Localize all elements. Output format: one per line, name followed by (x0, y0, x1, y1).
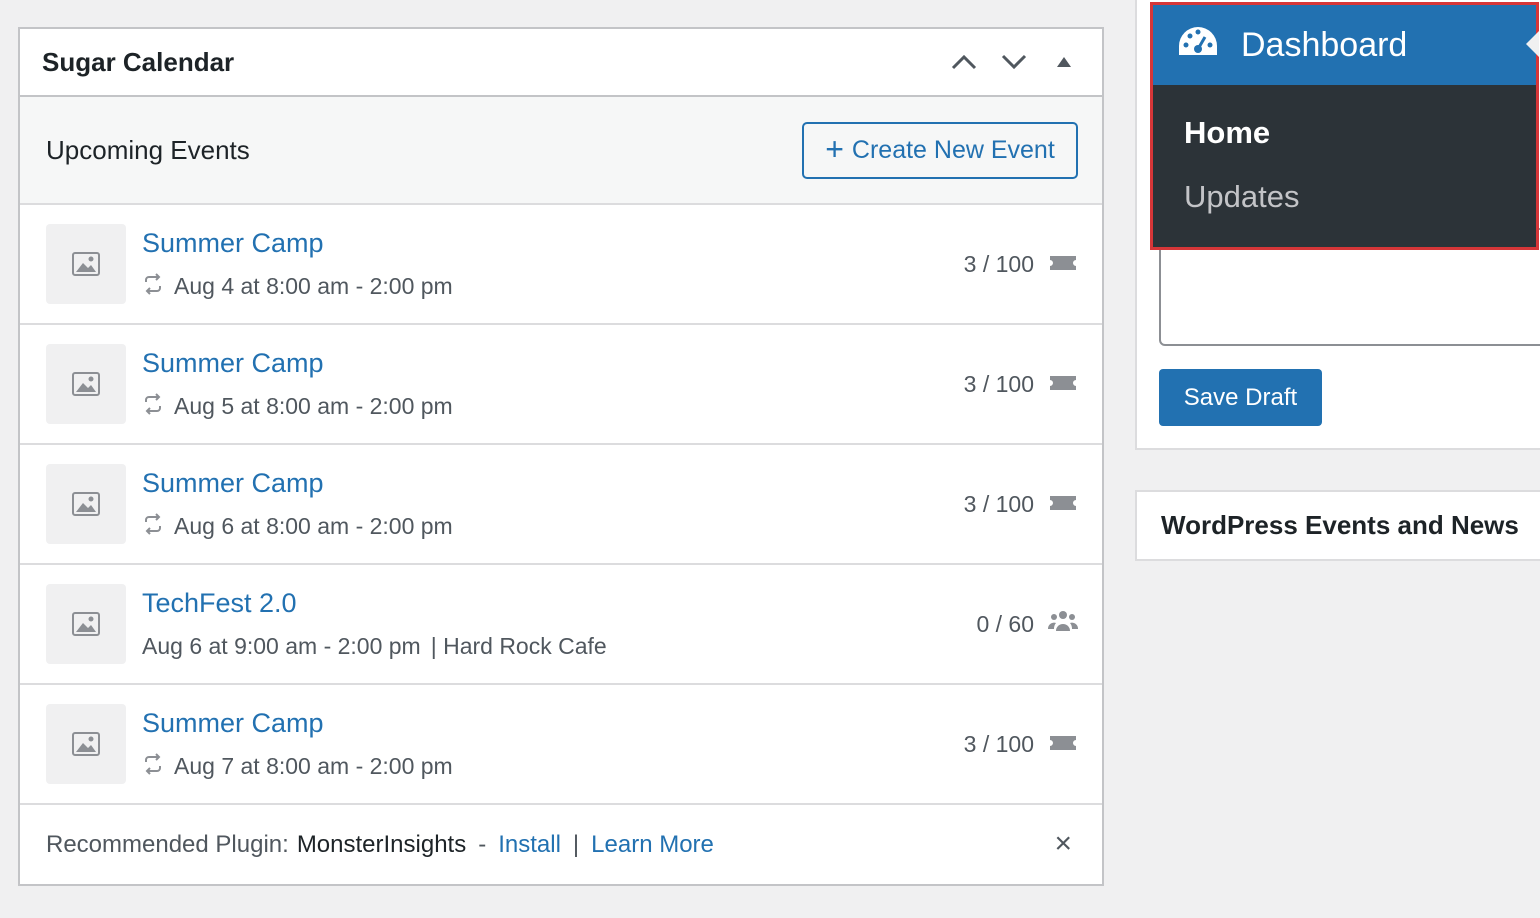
event-row: Summer Camp Aug 6 at 8:00 am - 2:00 pm 3 /… (20, 445, 1102, 565)
install-link[interactable]: Install (498, 831, 561, 859)
widget-controls (948, 46, 1080, 78)
footer-pipe: | (572, 831, 580, 858)
footer-dash: - (478, 831, 487, 858)
event-capacity-count: 3 / 100 (963, 490, 1034, 517)
create-new-event-label: Create New Event (851, 135, 1055, 164)
event-image-placeholder-icon (46, 704, 126, 784)
submenu-updates[interactable]: Updates (1153, 179, 1536, 215)
learn-more-link[interactable]: Learn More (591, 831, 714, 859)
widget-title: Sugar Calendar (42, 46, 235, 77)
recommended-plugin-name: MonsterInsights (296, 831, 467, 858)
menu-dashboard[interactable]: Dashboard (1153, 5, 1539, 85)
recurring-icon (142, 752, 164, 781)
event-meta: Aug 7 at 8:00 am - 2:00 pm (142, 752, 964, 781)
event-capacity-count: 3 / 100 (963, 370, 1034, 397)
event-title-link[interactable]: Summer Camp (142, 348, 964, 379)
event-capacity: 0 / 60 (976, 609, 1079, 639)
recurring-icon (142, 392, 164, 421)
event-capacity-count: 3 / 100 (963, 250, 1034, 277)
event-image-placeholder-icon (46, 584, 126, 664)
move-up-icon[interactable] (948, 46, 980, 78)
event-capacity-count: 0 / 60 (976, 610, 1034, 637)
ticket-icon (1048, 251, 1078, 278)
upcoming-events-title: Upcoming Events (46, 134, 250, 165)
ticket-icon (1048, 371, 1078, 398)
event-meta: Aug 4 at 8:00 am - 2:00 pm (142, 272, 964, 301)
collapse-toggle-icon[interactable] (1048, 46, 1080, 78)
recommended-plugin-bar: Recommended Plugin: MonsterInsights - In… (20, 805, 1102, 885)
news-panel-title: WordPress Events and News (1161, 510, 1519, 540)
event-datetime: Aug 6 at 9:00 am - 2:00 pm (142, 633, 421, 659)
event-image-placeholder-icon (46, 344, 126, 424)
event-body: Summer Camp Aug 4 at 8:00 am - 2:00 pm (142, 228, 964, 301)
event-row: Summer Camp Aug 7 at 8:00 am - 2:00 pm 3 /… (20, 685, 1102, 805)
event-meta: Aug 6 at 9:00 am - 2:00 pm | Hard Rock Ca… (142, 633, 976, 660)
event-title-link[interactable]: Summer Camp (142, 228, 964, 259)
upcoming-events-header: Upcoming Events + Create New Event (20, 97, 1102, 205)
menu-dashboard-label: Dashboard (1241, 25, 1408, 64)
event-meta: Aug 5 at 8:00 am - 2:00 pm (142, 392, 964, 421)
event-image-placeholder-icon (46, 464, 126, 544)
event-title-link[interactable]: Summer Camp (142, 468, 964, 499)
event-list: Summer Camp Aug 4 at 8:00 am - 2:00 pm 3 /… (20, 205, 1102, 805)
event-body: Summer Camp Aug 7 at 8:00 am - 2:00 pm (142, 708, 964, 781)
event-image-placeholder-icon (46, 224, 126, 304)
event-location: | Hard Rock Cafe (430, 633, 607, 659)
event-datetime: Aug 7 at 8:00 am - 2:00 pm (174, 753, 453, 779)
event-datetime: Aug 4 at 8:00 am - 2:00 pm (174, 273, 453, 299)
event-capacity: 3 / 100 (964, 371, 1078, 398)
event-datetime: Aug 5 at 8:00 am - 2:00 pm (174, 393, 453, 419)
event-capacity: 3 / 100 (964, 491, 1078, 518)
submenu-home[interactable]: Home (1153, 115, 1536, 151)
event-title-link[interactable]: TechFest 2.0 (142, 588, 976, 619)
event-row: Summer Camp Aug 5 at 8:00 am - 2:00 pm 3 /… (20, 325, 1102, 445)
plus-icon: + (825, 130, 844, 167)
event-row: TechFest 2.0 Aug 6 at 9:00 am - 2:00 pm | … (20, 565, 1102, 685)
event-capacity: 3 / 100 (964, 731, 1078, 758)
ticket-icon (1048, 731, 1078, 758)
widget-header: Sugar Calendar (20, 29, 1102, 97)
create-new-event-button[interactable]: + Create New Event (802, 121, 1078, 179)
move-down-icon[interactable] (998, 46, 1030, 78)
event-capacity: 3 / 100 (964, 251, 1078, 278)
wordpress-events-news-panel[interactable]: WordPress Events and News (1135, 490, 1540, 561)
event-row: Summer Camp Aug 4 at 8:00 am - 2:00 pm 3 /… (20, 205, 1102, 325)
attendees-icon (1047, 609, 1079, 639)
current-menu-arrow-icon (1526, 31, 1539, 57)
event-body: TechFest 2.0 Aug 6 at 9:00 am - 2:00 pm | … (142, 588, 976, 660)
event-meta: Aug 6 at 8:00 am - 2:00 pm (142, 512, 964, 541)
event-datetime: Aug 6 at 8:00 am - 2:00 pm (174, 513, 453, 539)
save-draft-button[interactable]: Save Draft (1159, 369, 1322, 426)
dashboard-gauge-icon (1177, 25, 1219, 66)
close-icon[interactable]: × (1054, 829, 1072, 859)
dashboard-menu: Dashboard Home Updates (1150, 2, 1539, 250)
event-title-link[interactable]: Summer Camp (142, 708, 964, 739)
ticket-icon (1048, 491, 1078, 518)
event-capacity-count: 3 / 100 (963, 730, 1034, 757)
recurring-icon (142, 272, 164, 301)
event-body: Summer Camp Aug 6 at 8:00 am - 2:00 pm (142, 468, 964, 541)
recommended-prefix: Recommended Plugin: (46, 831, 289, 858)
sugar-calendar-widget: Sugar Calendar Upcoming Events + Create … (18, 27, 1104, 886)
event-body: Summer Camp Aug 5 at 8:00 am - 2:00 pm (142, 348, 964, 421)
recurring-icon (142, 512, 164, 541)
